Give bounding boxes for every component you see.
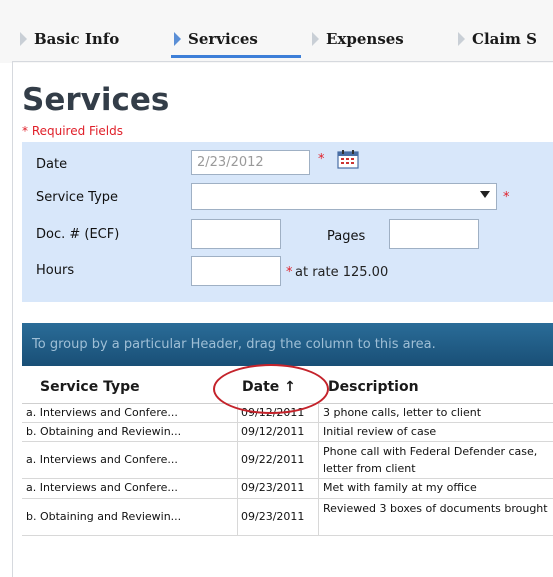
column-header-description[interactable]: Description (328, 379, 419, 395)
table-row[interactable]: a. Interviews and Confere... 09/22/2011 … (22, 442, 553, 479)
cell-description: Initial review of case (323, 425, 437, 438)
date-label: Date (36, 157, 68, 172)
page-title: Services (22, 82, 170, 118)
cell-service-type: b. Obtaining and Reviewin... (26, 510, 182, 523)
cell-date: 09/12/2011 (241, 425, 305, 438)
tab-label: Claim S (472, 30, 537, 48)
table-row[interactable]: b. Obtaining and Reviewin... 09/12/2011 … (22, 423, 553, 442)
cell-date: 09/22/2011 (241, 453, 305, 466)
triangle-right-icon (20, 32, 27, 46)
tab-claim-status[interactable]: Claim S (458, 28, 537, 50)
triangle-right-icon (458, 32, 465, 46)
tab-expenses[interactable]: Expenses (312, 28, 404, 50)
cell-service-type: a. Interviews and Confere... (26, 481, 178, 494)
table-row[interactable]: b. Obtaining and Reviewin... 09/23/2011 … (22, 499, 553, 536)
required-marker: * (503, 190, 510, 205)
cell-date: 09/23/2011 (241, 481, 305, 494)
tab-label: Services (188, 30, 258, 48)
cell-description: 3 phone calls, letter to client (323, 406, 482, 419)
pages-label: Pages (327, 229, 366, 244)
cell-description: Reviewed 3 boxes of documents brought (323, 502, 548, 515)
services-grid: To group by a particular Header, drag th… (22, 323, 553, 577)
tab-label: Expenses (326, 30, 404, 48)
cell-date: 09/23/2011 (241, 510, 305, 523)
date-field[interactable]: 2/23/2012 (191, 150, 310, 175)
group-hint: To group by a particular Header, drag th… (32, 337, 436, 352)
required-fields-note: * Required Fields (22, 124, 123, 138)
service-type-select[interactable] (191, 183, 497, 210)
table-row[interactable]: a. Interviews and Confere... 09/23/2011 … (22, 479, 553, 499)
doc-number-field[interactable] (191, 219, 281, 249)
grid-rows: a. Interviews and Confere... 09/12/2011 … (22, 404, 553, 536)
hours-field[interactable] (191, 256, 281, 286)
doc-number-label: Doc. # (ECF) (36, 227, 120, 242)
required-marker: * (318, 152, 325, 167)
service-type-label: Service Type (36, 190, 119, 205)
cell-service-type: a. Interviews and Confere... (26, 453, 178, 466)
divider (12, 61, 553, 62)
required-marker: * (286, 265, 293, 280)
tab-bar: Basic Info Services Expenses Claim S (0, 0, 553, 63)
highlight-ellipse (213, 364, 329, 414)
cell-service-type: a. Interviews and Confere... (26, 406, 178, 419)
hours-label: Hours (36, 263, 75, 278)
triangle-right-icon (174, 32, 181, 46)
active-tab-indicator (171, 55, 301, 58)
cell-description: Phone call with Federal Defender case, l… (323, 445, 538, 475)
tab-label: Basic Info (34, 30, 120, 48)
tab-services[interactable]: Services (174, 28, 258, 50)
cell-service-type: b. Obtaining and Reviewin... (26, 425, 182, 438)
content-border (12, 62, 13, 577)
rate-text: at rate 125.00 (295, 265, 389, 280)
calendar-icon[interactable] (337, 149, 359, 169)
chevron-down-icon (480, 191, 490, 198)
tab-basic-info[interactable]: Basic Info (20, 28, 119, 50)
group-by-area[interactable]: To group by a particular Header, drag th… (22, 323, 553, 366)
pages-field[interactable] (389, 219, 479, 249)
column-header-service-type[interactable]: Service Type (40, 379, 140, 395)
cell-description: Met with family at my office (323, 481, 477, 494)
triangle-right-icon (312, 32, 319, 46)
